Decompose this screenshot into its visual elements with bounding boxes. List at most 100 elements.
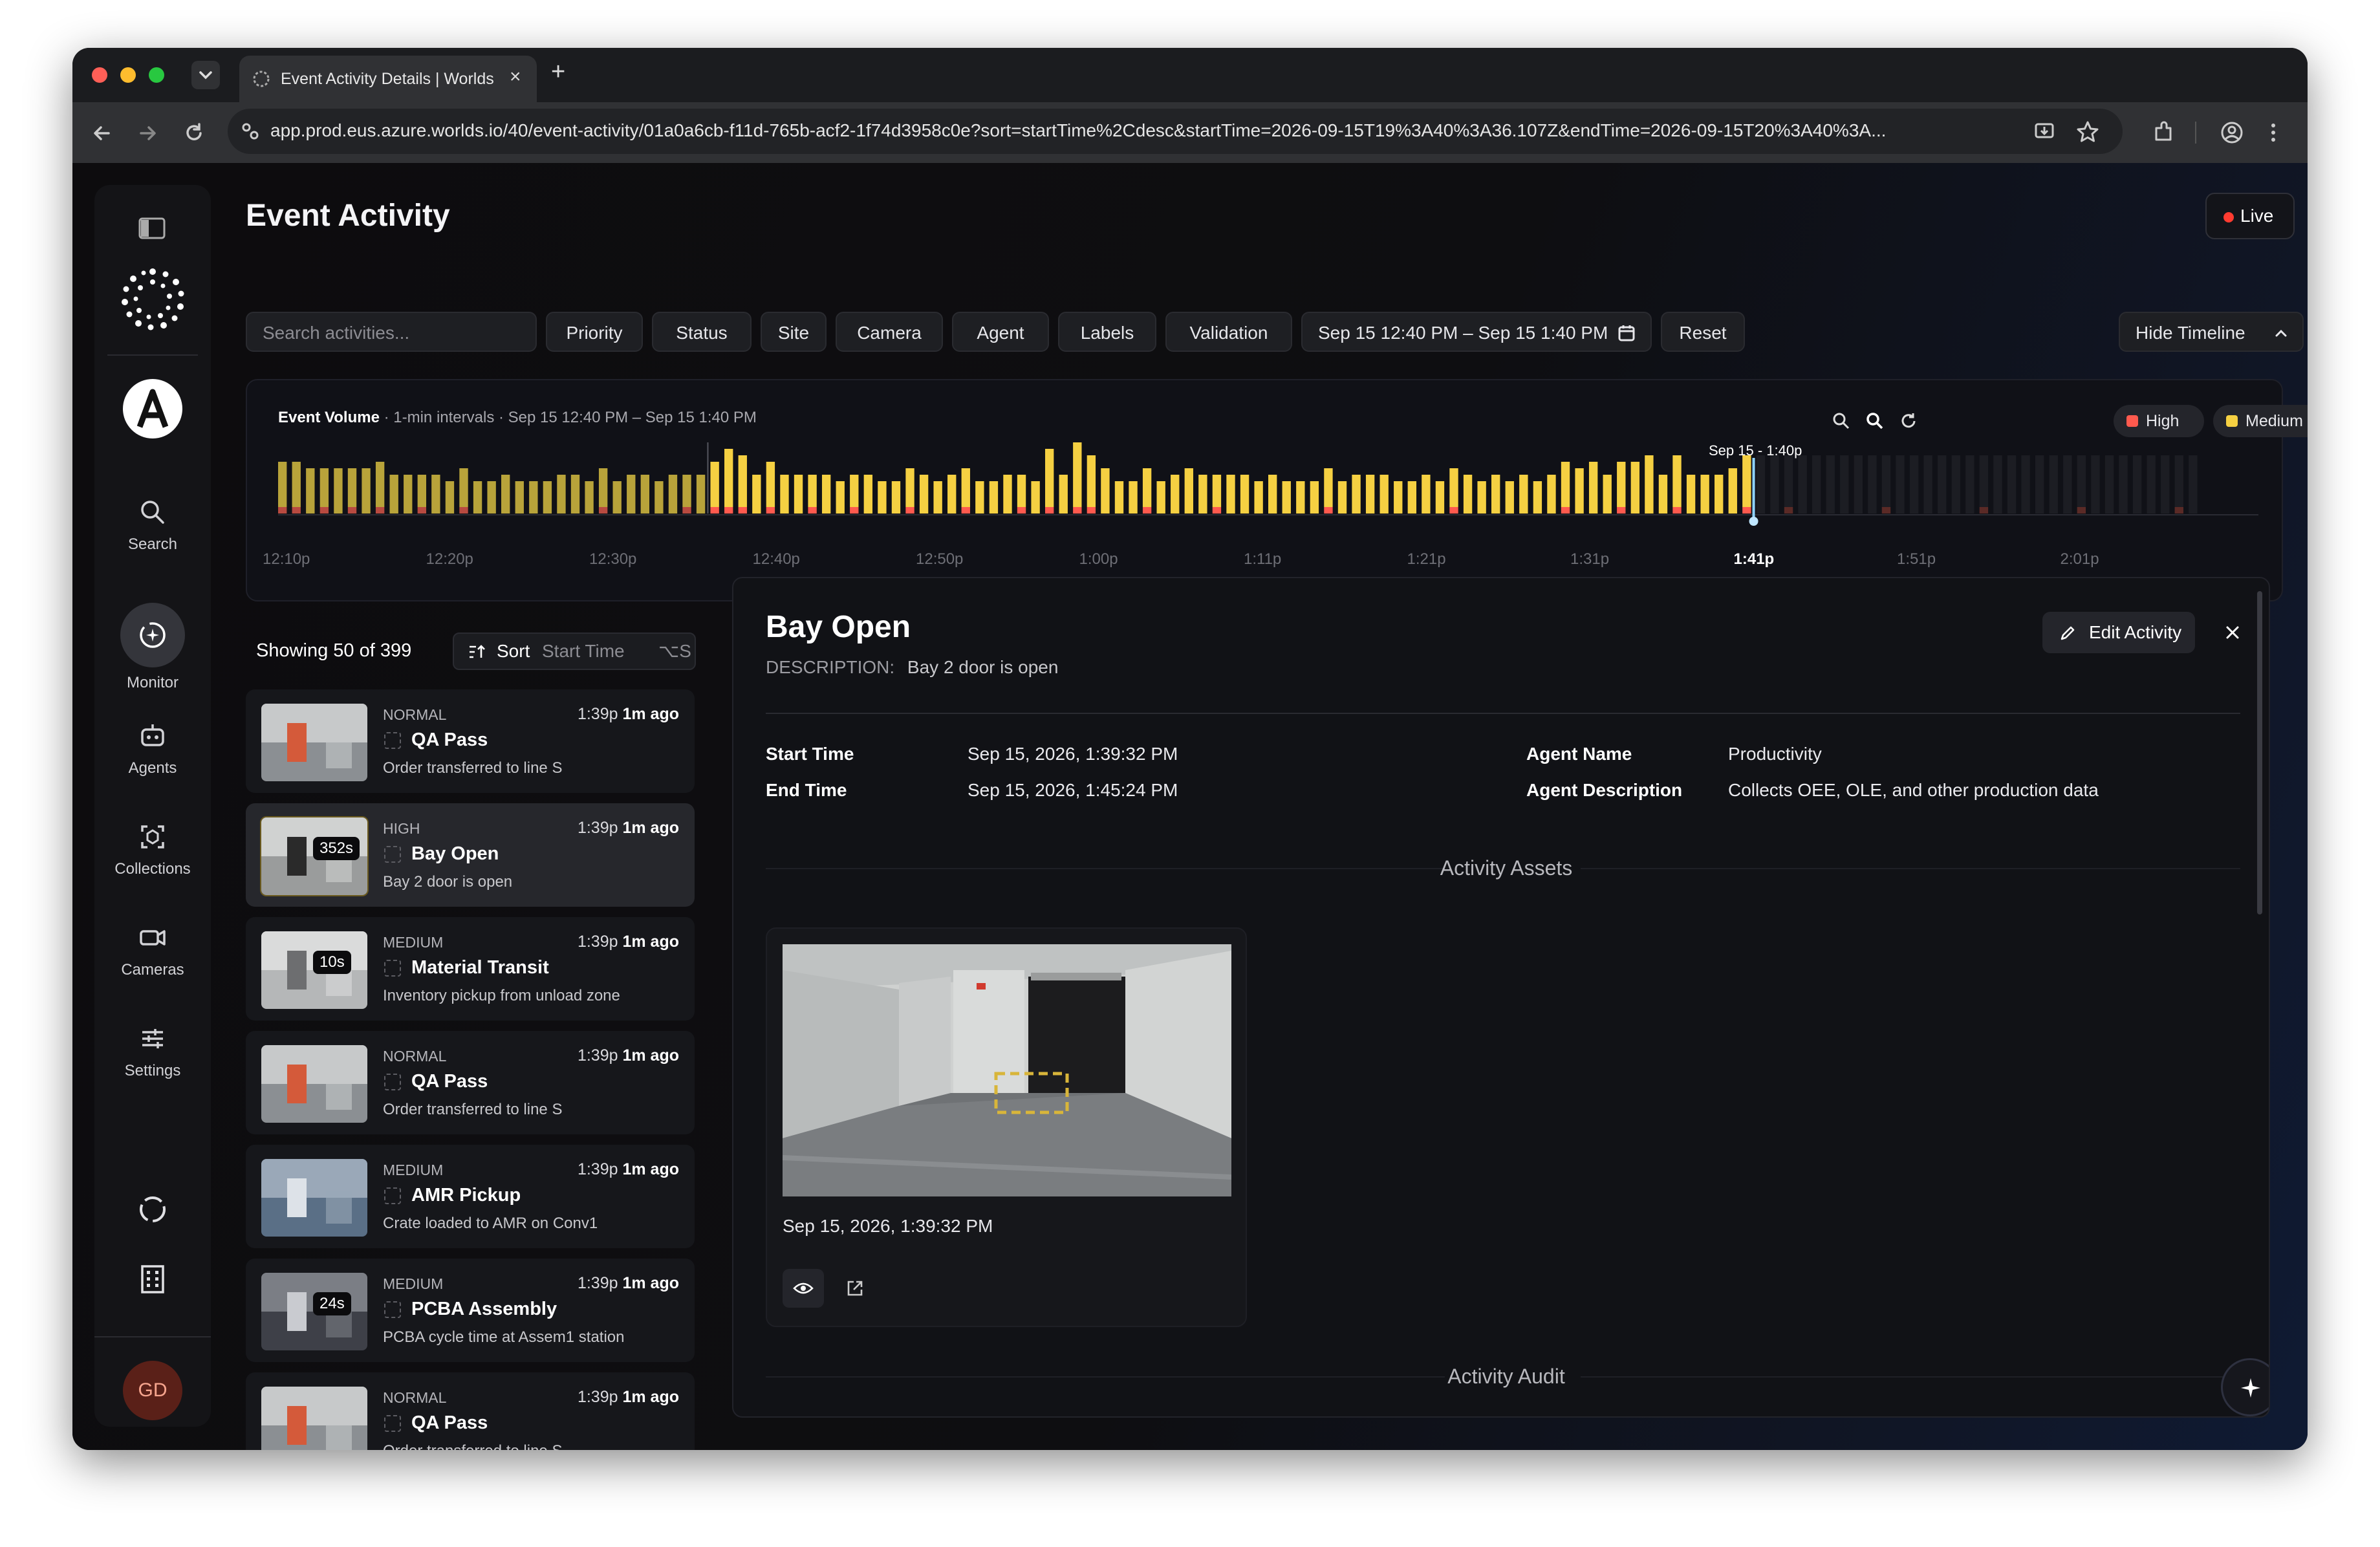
medium-bar[interactable] [570,475,580,514]
medium-bar[interactable] [878,481,887,514]
high-bar[interactable] [598,507,608,514]
reset-button[interactable]: Reset [1661,312,1745,352]
medium-bar[interactable] [975,481,984,514]
medium-bar[interactable] [627,475,636,514]
open-asset-button[interactable] [834,1269,876,1308]
medium-bar[interactable] [905,468,914,507]
medium-bar[interactable] [836,481,845,514]
medium-bar[interactable] [1184,468,1193,514]
event-volume-chart[interactable]: 12:10p 12:20p 12:30p 12:40p 12:50p 1:00p 1:11p… [247,380,2282,600]
select-checkbox[interactable] [384,960,401,977]
medium-bar[interactable] [696,475,706,514]
medium-bar[interactable] [1449,468,1458,507]
medium-bar[interactable] [1212,475,1222,507]
medium-bar[interactable] [1603,475,1612,514]
high-bar[interactable] [278,507,287,514]
medium-bar[interactable] [1491,475,1500,514]
medium-bar[interactable] [1505,481,1514,514]
medium-bar[interactable] [585,481,594,514]
bookmark-star-icon[interactable] [2075,119,2101,145]
high-bar[interactable] [292,507,301,514]
medium-bar[interactable] [1337,481,1347,514]
medium-bar[interactable] [501,475,510,514]
sidebar-item-monitor[interactable]: Monitor [94,603,211,692]
user-avatar[interactable]: GD [123,1361,182,1420]
medium-bar[interactable] [1407,481,1417,514]
medium-bar[interactable] [724,449,733,507]
medium-bar[interactable] [417,475,427,507]
high-bar[interactable] [347,507,357,514]
medium-bar[interactable] [487,481,496,514]
high-bar[interactable] [1017,507,1026,514]
medium-bar[interactable] [1422,475,1431,514]
medium-bar[interactable] [334,468,343,514]
medium-bar[interactable] [515,481,524,514]
activity-list-item[interactable]: NORMAL 1:39p 1m ago QA Pass Order transferr… [246,689,695,793]
medium-bar[interactable] [1003,475,1012,514]
high-bar[interactable] [808,507,817,514]
high-bar[interactable] [1672,507,1682,514]
search-input[interactable]: Search activities... [246,312,537,352]
medium-bar[interactable] [1044,449,1054,507]
filter-priority[interactable]: Priority [546,312,643,352]
back-icon[interactable] [89,120,115,150]
medium-bar[interactable] [1519,475,1528,514]
medium-bar[interactable] [1617,462,1626,507]
medium-bar[interactable] [794,475,803,514]
high-bar[interactable] [1087,507,1096,514]
site-settings-icon[interactable] [239,120,261,142]
medium-bar[interactable] [1715,475,1724,514]
filter-labels[interactable]: Labels [1058,312,1156,352]
medium-bar[interactable] [1324,468,1333,507]
loading-spinner-icon[interactable] [137,1194,168,1225]
high-bar[interactable] [459,507,468,514]
medium-bar[interactable] [389,475,398,514]
reload-icon[interactable] [181,120,207,150]
high-bar[interactable] [417,507,427,514]
select-checkbox[interactable] [384,1187,401,1204]
select-checkbox[interactable] [384,1415,401,1432]
medium-bar[interactable] [1129,481,1138,514]
activity-list-item[interactable]: MEDIUM 1:39p 1m ago AMR Pickup Crate loaded… [246,1145,695,1248]
medium-bar[interactable] [1365,475,1375,514]
medium-bar[interactable] [1156,481,1165,514]
view-asset-button[interactable] [783,1269,824,1308]
tab-close-icon[interactable]: × [510,66,521,88]
high-bar[interactable] [961,507,970,514]
medium-bar[interactable] [278,462,287,507]
high-bar[interactable] [738,507,747,514]
medium-bar[interactable] [1686,475,1696,514]
medium-bar[interactable] [1742,455,1751,507]
medium-bar[interactable] [1198,475,1207,514]
high-bar[interactable] [1449,507,1458,514]
medium-bar[interactable] [752,475,761,514]
activity-list-item[interactable]: 10s MEDIUM 1:39p 1m ago Material Transit Inv… [246,917,695,1021]
select-checkbox[interactable] [384,732,401,749]
worlds-logo-icon[interactable] [118,264,188,334]
medium-bar[interactable] [404,475,413,514]
medium-bar[interactable] [473,481,482,514]
medium-bar[interactable] [1533,481,1542,514]
asset-video-thumbnail[interactable] [783,944,1231,1196]
maximize-window-button[interactable] [149,67,164,83]
browser-menu-icon[interactable] [2264,119,2283,146]
medium-bar[interactable] [319,468,329,507]
forward-icon[interactable] [135,120,160,150]
high-bar[interactable] [1561,507,1570,514]
sidebar-item-collections[interactable]: Collections [94,820,211,878]
high-bar[interactable] [1324,507,1333,514]
medium-bar[interactable] [1254,481,1263,514]
date-range-picker[interactable]: Sep 15 12:40 PM – Sep 15 1:40 PM [1301,312,1652,352]
medium-bar[interactable] [1379,475,1389,514]
medium-bar[interactable] [1672,455,1682,507]
high-bar[interactable] [319,507,329,514]
medium-bar[interactable] [1114,481,1124,514]
medium-bar[interactable] [891,481,901,514]
medium-bar[interactable] [863,475,873,514]
filter-agent[interactable]: Agent [952,312,1049,352]
medium-bar[interactable] [850,475,859,507]
medium-bar[interactable] [1435,481,1445,514]
medium-bar[interactable] [459,468,468,507]
activity-list-item[interactable]: 352s HIGH 1:39p 1m ago Bay Open Bay 2 door i… [246,803,695,907]
live-button[interactable]: Live [2205,193,2295,239]
